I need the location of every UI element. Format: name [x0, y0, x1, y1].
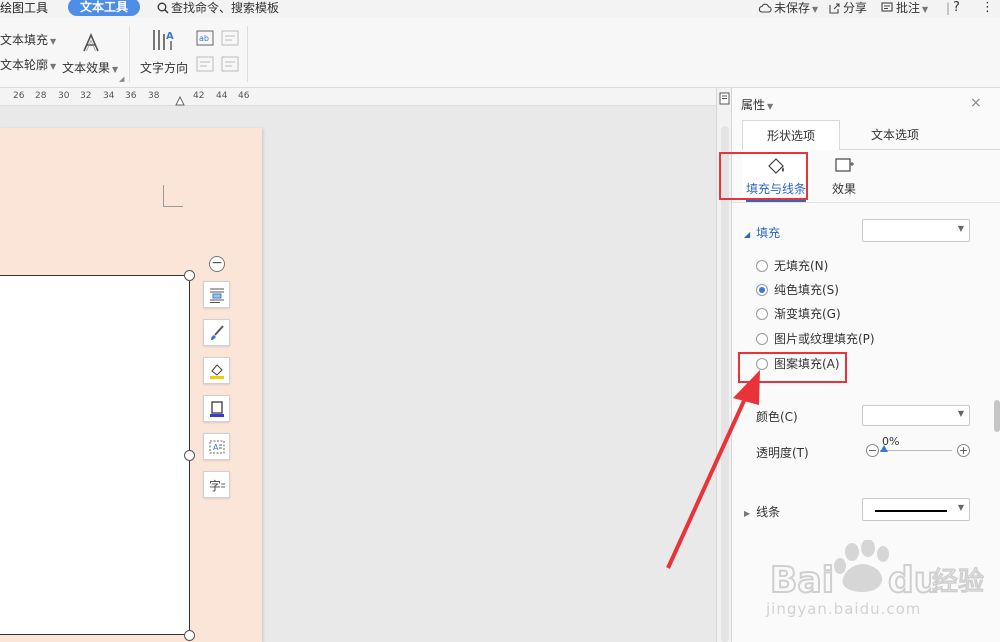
watermark-url: jingyan.baidu.com [766, 600, 922, 618]
svg-text:经验: 经验 [932, 567, 984, 597]
baidu-watermark-icon: Bai du 经验 [770, 540, 985, 602]
svg-text:Bai: Bai [770, 560, 834, 601]
